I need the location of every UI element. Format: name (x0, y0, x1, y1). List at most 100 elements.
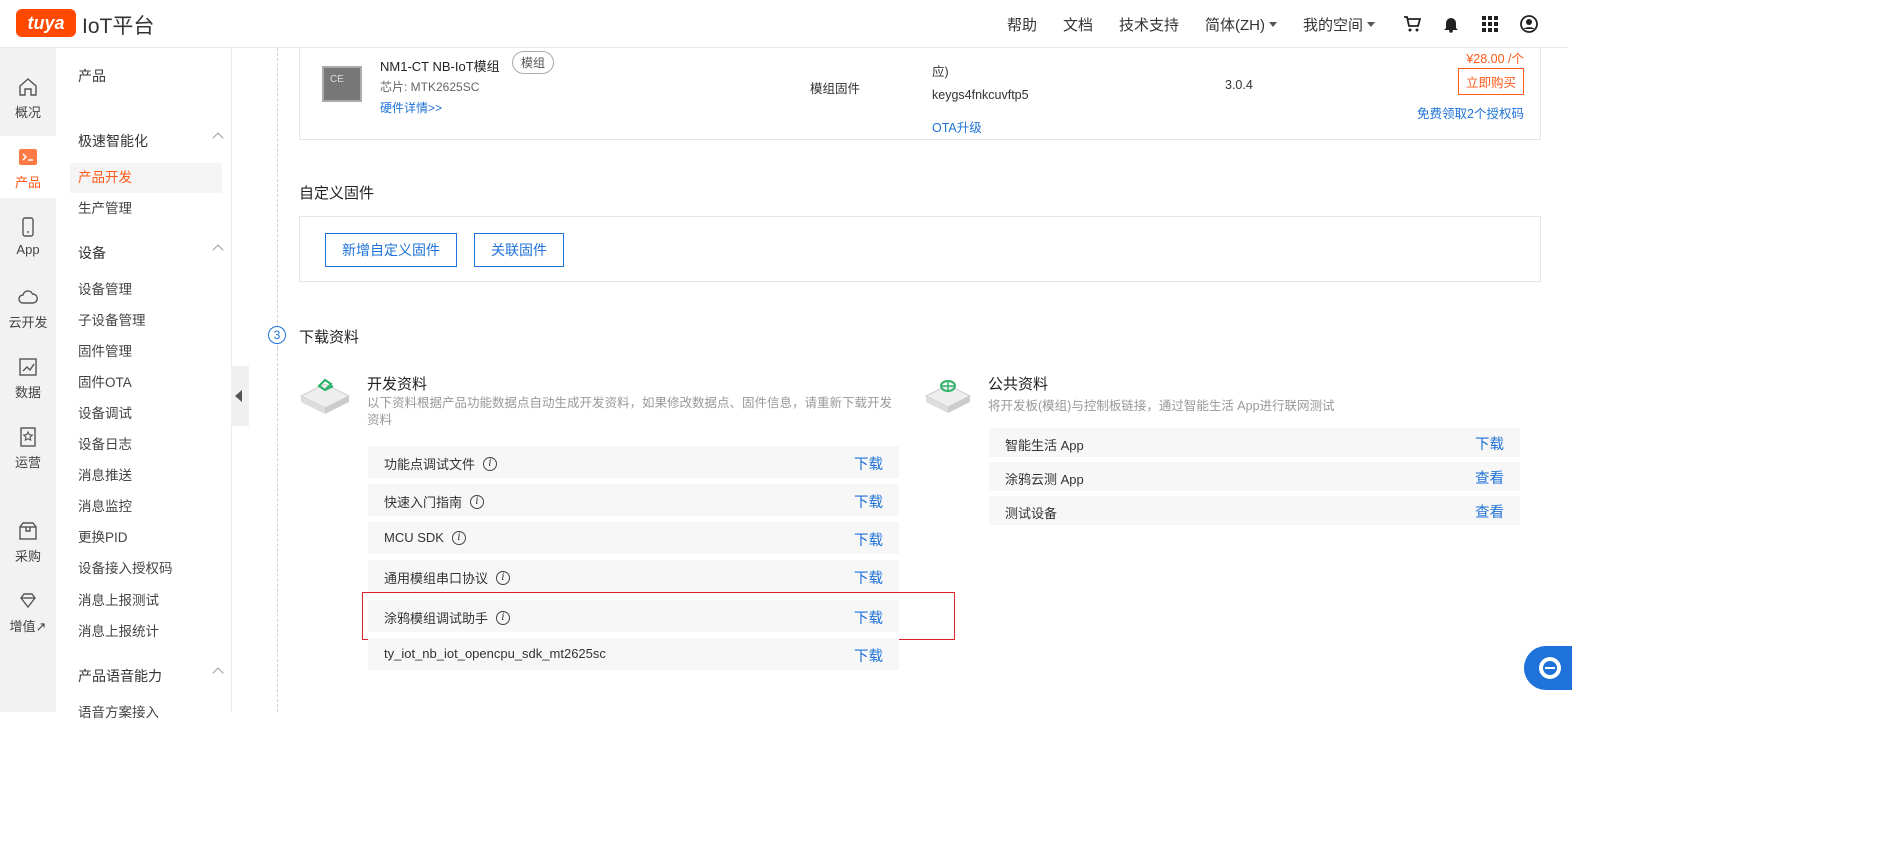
rail-item-cloud[interactable]: 云开发 (0, 286, 56, 331)
sidebar-item-push[interactable]: 消息推送 (70, 461, 222, 491)
firmware-version: 3.0.4 (1225, 78, 1253, 92)
group-label: 极速智能化 (78, 133, 148, 149)
nav-support[interactable]: 技术支持 (1119, 14, 1179, 35)
nav-language[interactable]: 简体(ZH) (1205, 14, 1277, 35)
dev-row: MCU SDK i 下载 (368, 522, 899, 554)
rail-item-operation[interactable]: 运营 (0, 426, 56, 471)
sidebar-item-device-mgmt[interactable]: 设备管理 (70, 275, 222, 305)
sidebar-item-device-debug[interactable]: 设备调试 (70, 399, 222, 429)
sidebar-item-auth-code[interactable]: 设备接入授权码 (70, 554, 222, 584)
sidebar-group-device[interactable]: 设备 (78, 243, 228, 263)
row-label: 智能生活 App (1005, 438, 1084, 453)
action-link[interactable]: 查看 (1475, 467, 1504, 488)
info-icon[interactable]: i (483, 456, 498, 471)
terminal-icon (19, 149, 37, 165)
sidebar-collapse-button[interactable] (231, 366, 249, 426)
module-chip-label: 芯片: MTK2625SC (380, 80, 480, 94)
sidebar-item-firmware[interactable]: 固件管理 (70, 337, 222, 367)
row-label: 通用模组串口协议 (384, 571, 489, 586)
public-materials-desc: 将开发板(模组)与控制板链接，通过智能生活 App进行联网测试 (988, 399, 1335, 413)
info-icon[interactable]: i (496, 570, 511, 585)
hardware-detail-link[interactable]: 硬件详情>> (380, 99, 442, 116)
step-number: 3 (268, 326, 286, 344)
firmware-note: 应) (932, 65, 949, 79)
apps-grid-icon[interactable] (1479, 13, 1501, 35)
public-row: 测试设备 查看 (989, 496, 1520, 525)
rail-item-app[interactable]: App (0, 216, 56, 257)
bell-icon[interactable] (1440, 13, 1462, 35)
free-auth-code-link[interactable]: 免费领取2个授权码 (1417, 103, 1524, 122)
dev-row: 快速入门指南 i 下载 (368, 484, 899, 516)
chat-support-button[interactable] (1524, 646, 1572, 690)
sidebar-item-subdevice[interactable]: 子设备管理 (70, 306, 222, 336)
chevron-down-icon (1268, 21, 1277, 27)
link-firmware-button[interactable]: 关联固件 (474, 233, 564, 267)
nav-my-space[interactable]: 我的空间 (1303, 14, 1375, 35)
sidebar-item-product-dev[interactable]: 产品开发 (70, 163, 222, 193)
download-link[interactable]: 下载 (854, 645, 883, 666)
rail-item-data[interactable]: 数据 (0, 356, 56, 401)
sidebar-item-report-stats[interactable]: 消息上报统计 (70, 617, 222, 647)
module-price: ¥28.00 /个 (1466, 52, 1524, 66)
diamond-icon (20, 593, 36, 609)
step-line (277, 48, 278, 348)
rail-item-product[interactable]: 产品 (0, 136, 56, 198)
sidebar-title: 产品 (78, 68, 106, 84)
sidebar-item-firmware-ota[interactable]: 固件OTA (70, 368, 222, 398)
info-icon[interactable]: i (451, 530, 466, 545)
sidebar-item-device-log[interactable]: 设备日志 (70, 430, 222, 460)
sidebar-item-report-test[interactable]: 消息上报测试 (70, 586, 222, 616)
download-link[interactable]: 下载 (854, 491, 883, 512)
cart-icon[interactable] (1401, 13, 1423, 35)
add-custom-firmware-button[interactable]: 新增自定义固件 (325, 233, 457, 267)
sidebar-item-voice-access[interactable]: 语音方案接入 (70, 698, 222, 728)
firmware-key: keygs4fnkcuvftp5 (932, 88, 1029, 102)
rail-label: App (16, 242, 40, 257)
info-icon[interactable]: i (470, 494, 485, 509)
sidebar-group-speed[interactable]: 极速智能化 (78, 131, 228, 151)
download-link[interactable]: 下载 (854, 567, 883, 588)
public-row: 涂鸦云测 App 查看 (989, 462, 1520, 491)
chevron-up-icon (212, 667, 224, 679)
rail-item-purchase[interactable]: 采购 (0, 520, 56, 565)
chevron-up-icon (212, 132, 224, 144)
dev-row: ty_iot_nb_iot_opencpu_sdk_mt2625sc 下载 (368, 638, 899, 670)
buy-now-button[interactable]: 立即购买 (1457, 68, 1524, 95)
secondary-sidebar: 产品 极速智能化 产品开发 生产管理 设备 设备管理 子设备管理 固件管理 固件… (62, 48, 232, 720)
module-chip-image (322, 66, 362, 102)
module-card: NM1-CT NB-IoT模组 模组 芯片: MTK2625SC 硬件详情>> … (299, 36, 1541, 140)
custom-firmware-box: 新增自定义固件 关联固件 (299, 216, 1541, 282)
download-link[interactable]: 下载 (854, 529, 883, 550)
platform-title[interactable]: IoT平台 (82, 10, 154, 40)
action-link[interactable]: 查看 (1475, 501, 1504, 522)
custom-firmware-title: 自定义固件 (299, 185, 375, 202)
download-title: 下载资料 (299, 329, 360, 346)
sidebar-item-production[interactable]: 生产管理 (70, 194, 222, 224)
download-link[interactable]: 下载 (854, 453, 883, 474)
cloud-icon (18, 290, 38, 304)
row-label: ty_iot_nb_iot_opencpu_sdk_mt2625sc (384, 646, 606, 661)
nav-docs[interactable]: 文档 (1063, 14, 1093, 35)
nav-help[interactable]: 帮助 (1007, 14, 1037, 35)
sidebar-item-monitor[interactable]: 消息监控 (70, 492, 222, 522)
row-label: 测试设备 (1005, 506, 1058, 521)
sidebar-group-voice[interactable]: 产品语音能力 (78, 666, 228, 686)
row-label: 快速入门指南 (384, 495, 463, 510)
chevron-up-icon (212, 244, 224, 256)
rail-label: 数据 (14, 385, 41, 400)
dev-row: 通用模组串口协议 i 下载 (368, 560, 899, 592)
ota-upgrade-link[interactable]: OTA升级 (932, 117, 982, 136)
home-icon (19, 78, 37, 96)
public-row: 智能生活 App 下载 (989, 428, 1520, 457)
public-materials-title: 公共资料 (988, 376, 1049, 393)
dev-materials-desc: 以下资料根据产品功能数据点自动生成开发资料，如果修改数据点、固件信息，请重新下载… (367, 396, 893, 427)
user-avatar-icon[interactable] (1518, 13, 1540, 35)
rail-label: 云开发 (8, 315, 48, 330)
my-space-label: 我的空间 (1302, 16, 1363, 34)
action-link[interactable]: 下载 (1475, 433, 1504, 454)
tuya-logo[interactable]: tuya (16, 9, 76, 37)
rail-label: 采购 (14, 549, 41, 564)
rail-item-value-added[interactable]: 增值↗ (0, 590, 56, 635)
sidebar-item-change-pid[interactable]: 更换PID (70, 523, 222, 553)
rail-item-overview[interactable]: 概况 (0, 76, 56, 121)
